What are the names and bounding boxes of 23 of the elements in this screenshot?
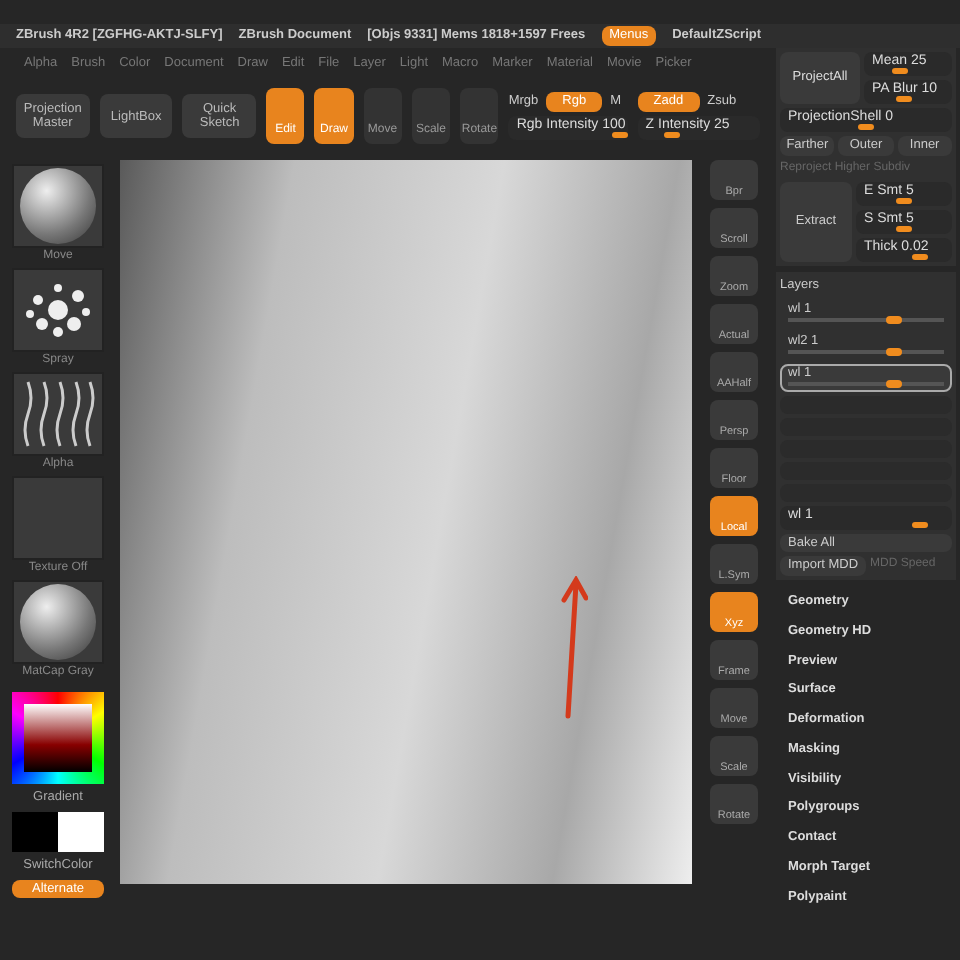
slider-thumb[interactable] [886,347,902,355]
slider-thumb[interactable] [896,225,912,232]
slider-thumb[interactable] [896,197,912,204]
slider-thumb[interactable] [611,131,628,138]
slider-thumb[interactable] [886,379,902,387]
thumbnail-button[interactable] [12,476,104,560]
color-picker[interactable] [12,692,104,784]
thumbnail-button[interactable] [12,268,104,352]
sculpt-viewport[interactable] [120,160,692,884]
slider-thumb[interactable] [892,68,909,74]
strokes-icon [18,378,98,450]
slider-thumb[interactable] [664,131,681,138]
slider-thumb[interactable] [911,253,928,260]
thumbnail-button[interactable] [12,164,104,248]
slider-thumb[interactable] [896,96,913,102]
slider-thumb[interactable] [912,521,929,527]
thumbnail-button[interactable] [12,580,104,664]
thumbnail-button[interactable] [12,372,104,456]
color-swatches[interactable] [12,811,104,852]
slider-thumb[interactable] [858,124,874,130]
dots-icon [22,280,94,340]
arrow-annotation [560,576,588,720]
slider-thumb[interactable] [886,315,902,323]
